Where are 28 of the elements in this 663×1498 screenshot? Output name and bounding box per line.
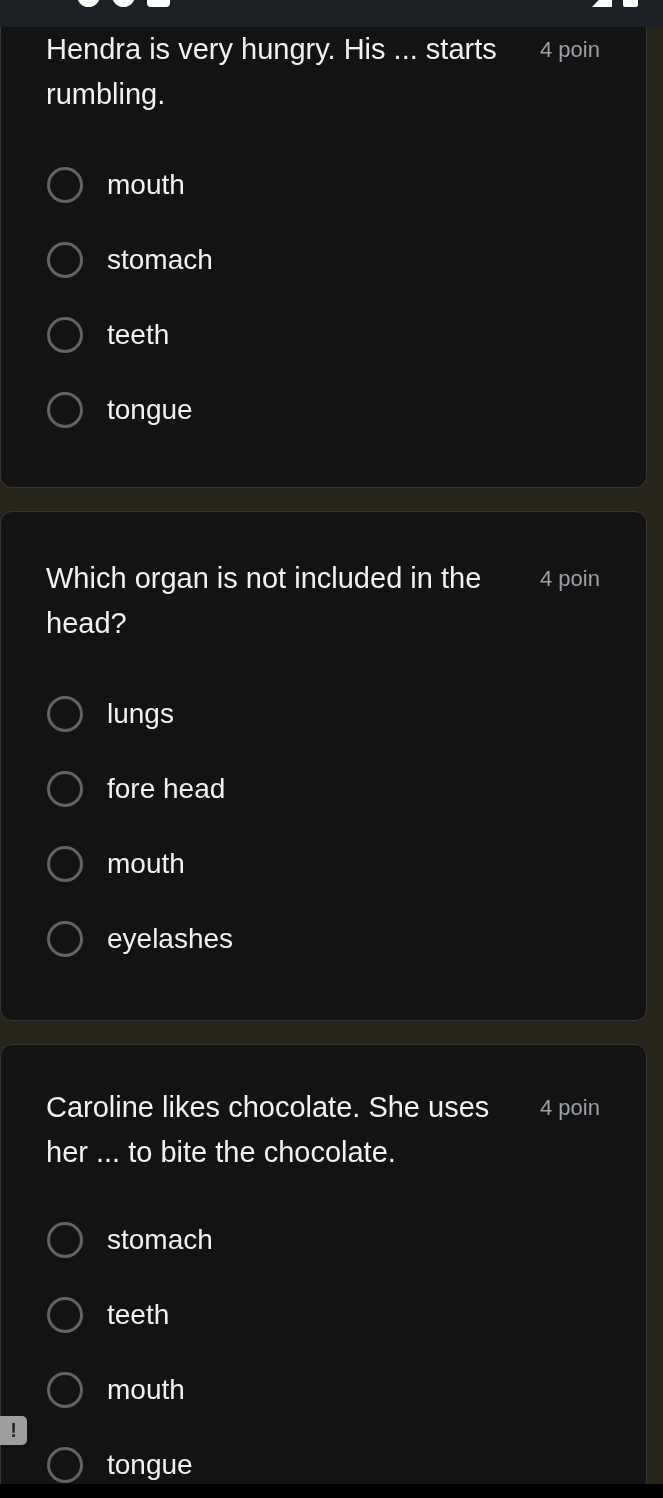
radio-button[interactable] — [47, 391, 83, 428]
option-label[interactable]: teeth — [107, 1302, 170, 1327]
question-text: Hendra is very hungry. His ... starts rumbling. — [46, 32, 498, 112]
option-label[interactable]: stomach — [107, 247, 213, 272]
option-label[interactable]: mouth — [107, 172, 185, 197]
radio-button[interactable] — [47, 770, 83, 807]
report-button[interactable]: ! — [0, 1416, 27, 1445]
points-label: 4 poin — [540, 1094, 600, 1122]
radio-button[interactable] — [47, 920, 83, 957]
radio-button[interactable] — [47, 166, 83, 203]
option-label[interactable]: teeth — [107, 322, 170, 347]
signal-icon — [592, 0, 612, 7]
option-label[interactable]: stomach — [107, 1227, 213, 1252]
radio-button[interactable] — [47, 241, 83, 278]
radio-button[interactable] — [47, 316, 83, 353]
radio-button[interactable] — [47, 695, 83, 732]
radio-button[interactable] — [47, 1371, 83, 1408]
radio-button[interactable] — [47, 1221, 83, 1258]
option-label[interactable]: mouth — [107, 851, 185, 876]
radio-button[interactable] — [47, 845, 83, 882]
question-text: Caroline likes chocolate. She uses her ... to bite the chocolate. — [46, 1090, 491, 1170]
radio-button[interactable] — [47, 1296, 83, 1333]
points-label: 4 poin — [540, 565, 600, 593]
option-label[interactable]: fore head — [107, 776, 226, 801]
points-label: 4 poin — [540, 36, 600, 64]
battery-icon — [623, 0, 638, 7]
option-label[interactable]: mouth — [107, 1377, 185, 1402]
question-text: Which organ is not included in the head? — [46, 561, 483, 641]
